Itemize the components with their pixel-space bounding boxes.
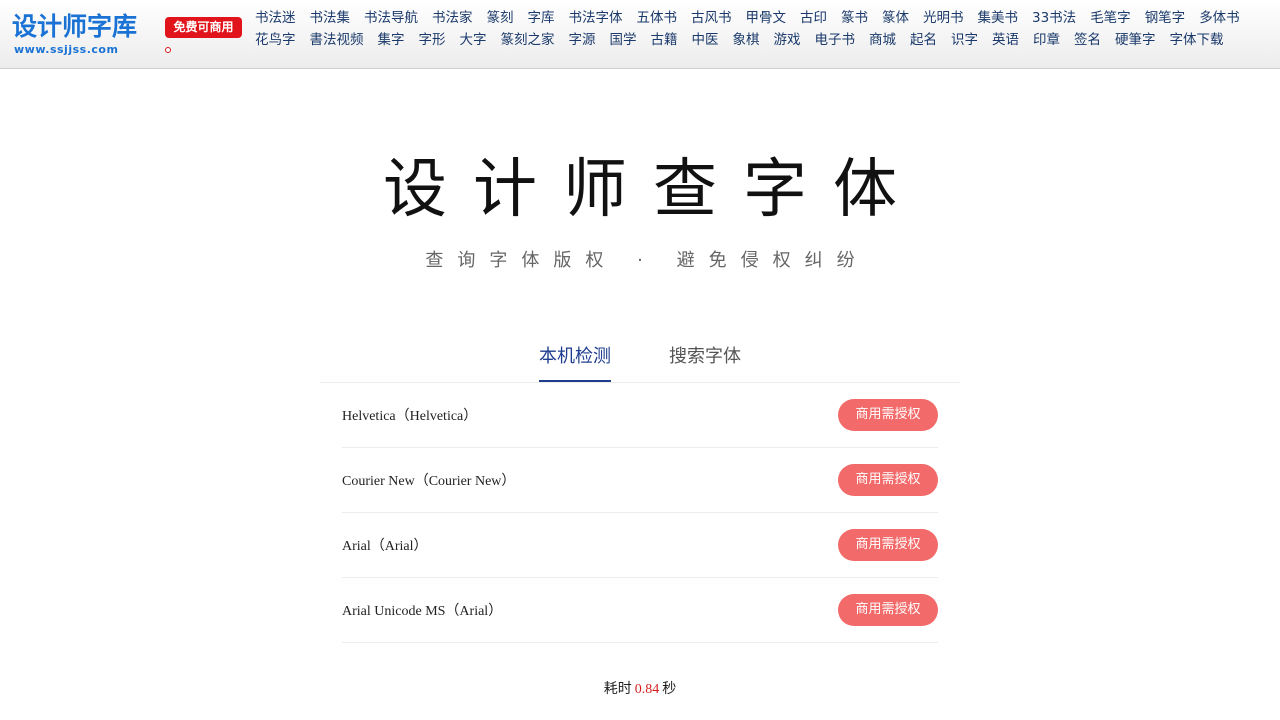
nav-link[interactable]: 毛笔字	[1090, 6, 1131, 26]
font-list: Helvetica（Helvetica） 商用需授权 Courier New（C…	[342, 383, 938, 643]
nav-link[interactable]: 书法导航	[364, 6, 418, 26]
nav-link[interactable]: 游戏	[774, 28, 801, 48]
nav-link[interactable]: 书法集	[310, 6, 351, 26]
nav-row-1: 书法迷 书法集 书法导航 书法家 篆刻 字库 书法字体 五体书 古风书 甲骨文 …	[255, 5, 1280, 27]
elapsed-unit: 秒	[662, 682, 677, 697]
nav-link[interactable]: 硬筆字	[1115, 28, 1156, 48]
font-name: Courier New（Courier New）	[342, 474, 516, 489]
elapsed-label: 耗时	[603, 682, 632, 697]
license-status-button[interactable]: 商用需授权	[838, 594, 938, 626]
list-item: Helvetica（Helvetica） 商用需授权	[342, 383, 938, 448]
font-name: Arial（Arial）	[342, 539, 428, 554]
nav-link[interactable]: 象棋	[733, 28, 760, 48]
license-status-button[interactable]: 商用需授权	[838, 399, 938, 431]
nav-link[interactable]: 商城	[869, 28, 896, 48]
nav-link[interactable]: 书法字体	[569, 6, 623, 26]
logo-title: 设计师字库	[12, 12, 138, 41]
nav-link[interactable]: 33书法	[1032, 6, 1076, 26]
nav-link[interactable]: 印章	[1033, 28, 1060, 48]
nav-link[interactable]: 篆刻	[487, 6, 514, 26]
nav-link[interactable]: 集字	[378, 28, 405, 48]
free-commercial-badge: 免费可商用	[165, 17, 242, 38]
license-status-button[interactable]: 商用需授权	[838, 529, 938, 561]
list-item: Arial Unicode MS（Arial） 商用需授权	[342, 578, 938, 643]
nav-link[interactable]: 国学	[610, 28, 637, 48]
font-name: Arial Unicode MS（Arial）	[342, 604, 503, 619]
nav-link[interactable]: 识字	[951, 28, 978, 48]
nav-link[interactable]: 古风书	[691, 6, 732, 26]
site-logo[interactable]: 设计师字库 www.ssjjss.com 免费可商用	[12, 12, 244, 58]
nav-link[interactable]: 篆体	[882, 6, 909, 26]
nav-link[interactable]: 大字	[460, 28, 487, 48]
nav-link[interactable]: 签名	[1074, 28, 1101, 48]
nav-link[interactable]: 古印	[800, 6, 827, 26]
elapsed-value: 0.84	[634, 682, 660, 697]
nav-link[interactable]: 花鸟字	[255, 28, 296, 48]
nav-link[interactable]: 古籍	[651, 28, 678, 48]
license-status-button[interactable]: 商用需授权	[838, 464, 938, 496]
nav-link[interactable]: 电子书	[815, 28, 856, 48]
nav-link[interactable]: 字源	[569, 28, 596, 48]
list-item: Courier New（Courier New） 商用需授权	[342, 448, 938, 513]
nav-link[interactable]: 篆书	[841, 6, 868, 26]
nav-link[interactable]: 甲骨文	[746, 6, 787, 26]
nav-link[interactable]: 集美书	[978, 6, 1019, 26]
nav-link[interactable]: 书法家	[432, 6, 473, 26]
tab-local-detect[interactable]: 本机检测	[539, 340, 611, 382]
tab-bar: 本机检测 搜索字体	[320, 340, 960, 383]
nav-link[interactable]: 多体书	[1199, 6, 1240, 26]
elapsed-time: 耗时 0.84 秒	[0, 678, 1280, 698]
logo-url: www.ssjjss.com	[14, 43, 119, 56]
nav-link[interactable]: 钢笔字	[1145, 6, 1186, 26]
nav-link[interactable]: 五体书	[637, 6, 678, 26]
nav-link[interactable]: 字形	[419, 28, 446, 48]
page-title: 设计师查字体	[383, 153, 923, 227]
nav-link[interactable]: 篆刻之家	[501, 28, 555, 48]
nav-link[interactable]: 书法迷	[255, 6, 296, 26]
nav-link[interactable]: 字库	[528, 6, 555, 26]
tab-search-font[interactable]: 搜索字体	[669, 340, 741, 382]
nav-link[interactable]: 書法视频	[310, 28, 364, 48]
nav-link[interactable]: 起名	[910, 28, 937, 48]
list-item: Arial（Arial） 商用需授权	[342, 513, 938, 578]
nav-row-2: 花鸟字 書法视频 集字 字形 大字 篆刻之家 字源 国学 古籍 中医 象棋 游戏…	[255, 27, 1280, 49]
nav-link[interactable]: 中医	[692, 28, 719, 48]
nav-link[interactable]: 英语	[992, 28, 1019, 48]
top-header: 设计师字库 www.ssjjss.com 免费可商用 书法迷 书法集 书法导航 …	[0, 0, 1280, 69]
page-subtitle: 查询字体版权 · 避免侵权纠纷	[425, 250, 869, 271]
top-nav: 书法迷 书法集 书法导航 书法家 篆刻 字库 书法字体 五体书 古风书 甲骨文 …	[255, 5, 1280, 49]
nav-link[interactable]: 字体下载	[1170, 28, 1224, 48]
logo-dot-icon	[165, 47, 171, 53]
nav-link[interactable]: 光明书	[923, 6, 964, 26]
font-name: Helvetica（Helvetica）	[342, 409, 478, 424]
